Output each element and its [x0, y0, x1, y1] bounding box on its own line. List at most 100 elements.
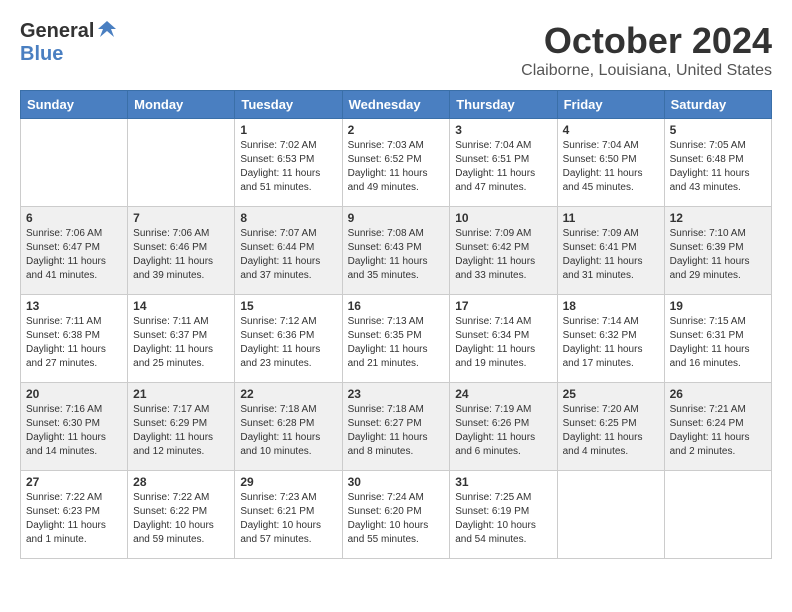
day-info: Sunrise: 7:21 AM Sunset: 6:24 PM Dayligh… [670, 403, 766, 459]
table-row: 31 Sunrise: 7:25 AM Sunset: 6:19 PM Dayli… [450, 471, 557, 559]
day-number: 18 [563, 299, 659, 313]
month-title: October 2024 [521, 20, 772, 62]
day-info: Sunrise: 7:07 AM Sunset: 6:44 PM Dayligh… [240, 227, 336, 283]
day-info: Sunrise: 7:13 AM Sunset: 6:35 PM Dayligh… [348, 315, 445, 371]
table-row: 6 Sunrise: 7:06 AM Sunset: 6:47 PM Daylig… [21, 207, 128, 295]
day-number: 14 [133, 299, 229, 313]
table-row: 1 Sunrise: 7:02 AM Sunset: 6:53 PM Daylig… [235, 119, 342, 207]
day-number: 16 [348, 299, 445, 313]
day-number: 28 [133, 475, 229, 489]
day-info: Sunrise: 7:22 AM Sunset: 6:23 PM Dayligh… [26, 491, 122, 547]
day-number: 21 [133, 387, 229, 401]
day-info: Sunrise: 7:16 AM Sunset: 6:30 PM Dayligh… [26, 403, 122, 459]
table-row: 4Sunrise: 7:04 AM Sunset: 6:50 PM Daylig… [557, 119, 664, 207]
table-row: 8 Sunrise: 7:07 AM Sunset: 6:44 PM Daylig… [235, 207, 342, 295]
day-info: Sunrise: 7:10 AM Sunset: 6:39 PM Dayligh… [670, 227, 766, 283]
day-number: 5 [670, 123, 766, 137]
table-row [664, 471, 771, 559]
table-row: 19 Sunrise: 7:15 AM Sunset: 6:31 PM Dayli… [664, 295, 771, 383]
day-info: Sunrise: 7:02 AM Sunset: 6:53 PM Dayligh… [240, 139, 336, 195]
day-number: 2 [348, 123, 445, 137]
table-row: 11Sunrise: 7:09 AM Sunset: 6:41 PM Dayli… [557, 207, 664, 295]
table-row: 23Sunrise: 7:18 AM Sunset: 6:27 PM Dayli… [342, 383, 450, 471]
day-number: 29 [240, 475, 336, 489]
location: Claiborne, Louisiana, United States [521, 62, 772, 80]
day-info: Sunrise: 7:12 AM Sunset: 6:36 PM Dayligh… [240, 315, 336, 371]
table-row: 13 Sunrise: 7:11 AM Sunset: 6:38 PM Dayli… [21, 295, 128, 383]
day-number: 8 [240, 211, 336, 225]
day-number: 1 [240, 123, 336, 137]
table-row: 27 Sunrise: 7:22 AM Sunset: 6:23 PM Dayli… [21, 471, 128, 559]
header-friday: Friday [557, 91, 664, 119]
day-number: 27 [26, 475, 122, 489]
table-row: 22Sunrise: 7:18 AM Sunset: 6:28 PM Dayli… [235, 383, 342, 471]
calendar-week-row: 27 Sunrise: 7:22 AM Sunset: 6:23 PM Dayli… [21, 471, 772, 559]
day-number: 19 [670, 299, 766, 313]
table-row: 30 Sunrise: 7:24 AM Sunset: 6:20 PM Dayli… [342, 471, 450, 559]
table-row [21, 119, 128, 207]
table-row: 18Sunrise: 7:14 AM Sunset: 6:32 PM Dayli… [557, 295, 664, 383]
day-info: Sunrise: 7:09 AM Sunset: 6:42 PM Dayligh… [455, 227, 551, 283]
day-info: Sunrise: 7:17 AM Sunset: 6:29 PM Dayligh… [133, 403, 229, 459]
header-monday: Monday [128, 91, 235, 119]
day-info: Sunrise: 7:23 AM Sunset: 6:21 PM Dayligh… [240, 491, 336, 547]
table-row: 21 Sunrise: 7:17 AM Sunset: 6:29 PM Dayli… [128, 383, 235, 471]
day-info: Sunrise: 7:19 AM Sunset: 6:26 PM Dayligh… [455, 403, 551, 459]
weekday-header-row: Sunday Monday Tuesday Wednesday Thursday… [21, 91, 772, 119]
day-number: 6 [26, 211, 122, 225]
logo-bird-icon [96, 19, 118, 41]
table-row: 5 Sunrise: 7:05 AM Sunset: 6:48 PM Daylig… [664, 119, 771, 207]
header-sunday: Sunday [21, 91, 128, 119]
page-container: General Blue October 2024 Claiborne, Lou… [20, 20, 772, 559]
table-row: 20 Sunrise: 7:16 AM Sunset: 6:30 PM Dayli… [21, 383, 128, 471]
day-number: 3 [455, 123, 551, 137]
logo-general-text: General [20, 20, 94, 43]
day-number: 25 [563, 387, 659, 401]
day-number: 13 [26, 299, 122, 313]
day-info: Sunrise: 7:08 AM Sunset: 6:43 PM Dayligh… [348, 227, 445, 283]
day-info: Sunrise: 7:25 AM Sunset: 6:19 PM Dayligh… [455, 491, 551, 547]
day-info: Sunrise: 7:14 AM Sunset: 6:34 PM Dayligh… [455, 315, 551, 371]
day-info: Sunrise: 7:05 AM Sunset: 6:48 PM Dayligh… [670, 139, 766, 195]
day-info: Sunrise: 7:18 AM Sunset: 6:27 PM Dayligh… [348, 403, 445, 459]
table-row: 7 Sunrise: 7:06 AM Sunset: 6:46 PM Daylig… [128, 207, 235, 295]
table-row: 3Sunrise: 7:04 AM Sunset: 6:51 PM Daylig… [450, 119, 557, 207]
table-row: 12 Sunrise: 7:10 AM Sunset: 6:39 PM Dayli… [664, 207, 771, 295]
day-number: 10 [455, 211, 551, 225]
day-info: Sunrise: 7:22 AM Sunset: 6:22 PM Dayligh… [133, 491, 229, 547]
day-info: Sunrise: 7:06 AM Sunset: 6:47 PM Dayligh… [26, 227, 122, 283]
table-row: 29 Sunrise: 7:23 AM Sunset: 6:21 PM Dayli… [235, 471, 342, 559]
day-info: Sunrise: 7:24 AM Sunset: 6:20 PM Dayligh… [348, 491, 445, 547]
calendar-week-row: 13 Sunrise: 7:11 AM Sunset: 6:38 PM Dayli… [21, 295, 772, 383]
day-number: 12 [670, 211, 766, 225]
day-number: 24 [455, 387, 551, 401]
calendar-week-row: 6 Sunrise: 7:06 AM Sunset: 6:47 PM Daylig… [21, 207, 772, 295]
day-number: 15 [240, 299, 336, 313]
header-wednesday: Wednesday [342, 91, 450, 119]
header-saturday: Saturday [664, 91, 771, 119]
logo: General Blue [20, 20, 118, 66]
day-number: 17 [455, 299, 551, 313]
day-info: Sunrise: 7:15 AM Sunset: 6:31 PM Dayligh… [670, 315, 766, 371]
day-number: 11 [563, 211, 659, 225]
table-row: 24 Sunrise: 7:19 AM Sunset: 6:26 PM Dayli… [450, 383, 557, 471]
table-row: 2Sunrise: 7:03 AM Sunset: 6:52 PM Daylig… [342, 119, 450, 207]
table-row: 25Sunrise: 7:20 AM Sunset: 6:25 PM Dayli… [557, 383, 664, 471]
table-row: 15 Sunrise: 7:12 AM Sunset: 6:36 PM Dayli… [235, 295, 342, 383]
header-thursday: Thursday [450, 91, 557, 119]
day-number: 9 [348, 211, 445, 225]
day-info: Sunrise: 7:11 AM Sunset: 6:38 PM Dayligh… [26, 315, 122, 371]
day-number: 20 [26, 387, 122, 401]
day-info: Sunrise: 7:18 AM Sunset: 6:28 PM Dayligh… [240, 403, 336, 459]
day-number: 7 [133, 211, 229, 225]
header: General Blue October 2024 Claiborne, Lou… [20, 20, 772, 80]
calendar-week-row: 20 Sunrise: 7:16 AM Sunset: 6:30 PM Dayli… [21, 383, 772, 471]
table-row: 10 Sunrise: 7:09 AM Sunset: 6:42 PM Dayli… [450, 207, 557, 295]
table-row [128, 119, 235, 207]
day-info: Sunrise: 7:06 AM Sunset: 6:46 PM Dayligh… [133, 227, 229, 283]
table-row: 16 Sunrise: 7:13 AM Sunset: 6:35 PM Dayli… [342, 295, 450, 383]
table-row [557, 471, 664, 559]
day-number: 31 [455, 475, 551, 489]
day-number: 30 [348, 475, 445, 489]
day-info: Sunrise: 7:04 AM Sunset: 6:50 PM Dayligh… [563, 139, 659, 195]
